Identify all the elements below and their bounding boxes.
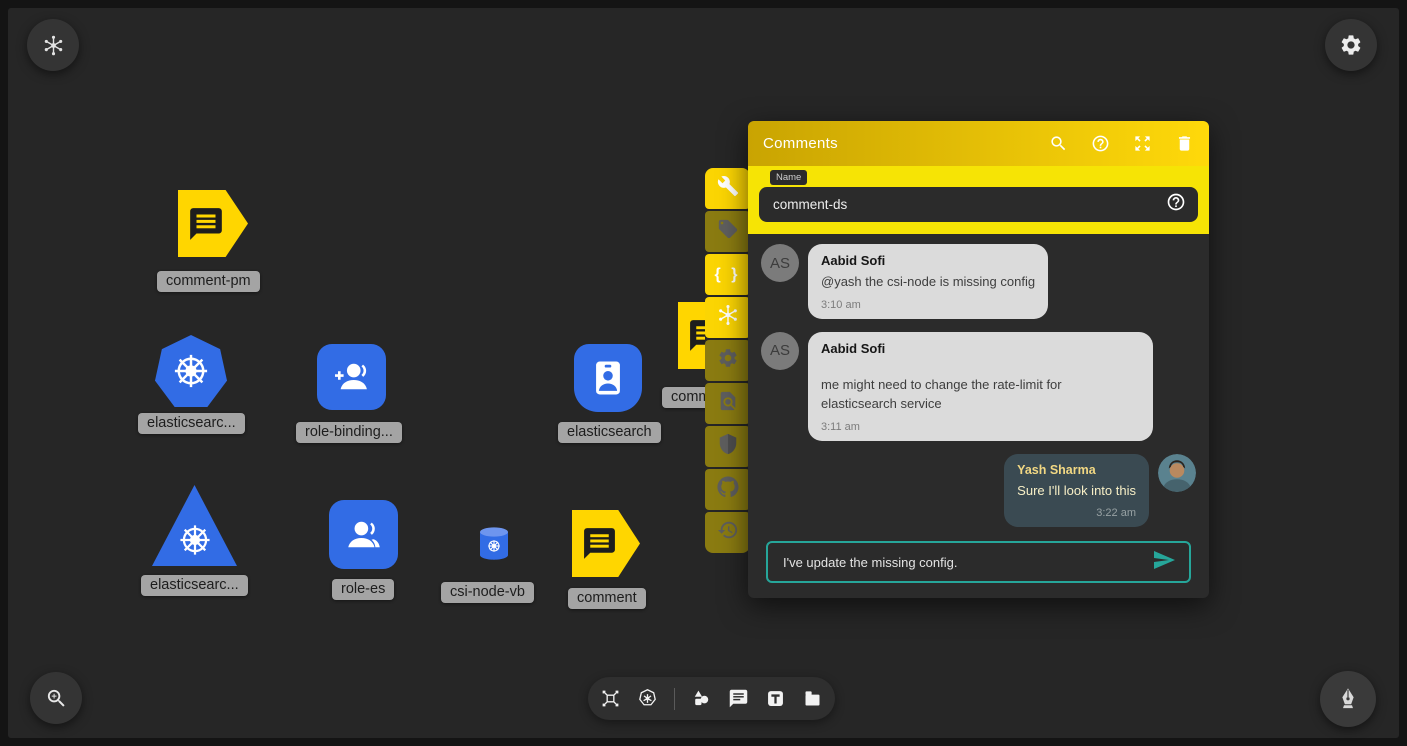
comment-tool-button[interactable] (728, 688, 749, 709)
wrench-icon (717, 175, 739, 202)
toolbar-wrench-button[interactable] (705, 168, 750, 209)
design-canvas[interactable]: comment-pm elasticsearc... (8, 8, 1399, 738)
shapes-tool-button[interactable] (691, 688, 712, 709)
chat-message: AS Aabid Sofi me might need to change th… (761, 332, 1196, 441)
comment-icon (581, 525, 618, 562)
avatar: AS (761, 244, 799, 282)
send-icon[interactable] (1152, 548, 1176, 577)
person-add-icon (331, 356, 373, 398)
message-time: 3:22 am (1017, 507, 1136, 519)
node-comment-pm[interactable] (178, 190, 248, 257)
node-label: role-binding... (296, 422, 402, 443)
panel-title: Comments (763, 135, 1049, 152)
node-label: role-es (332, 579, 394, 600)
help-icon[interactable] (1166, 192, 1186, 217)
toolbar-shield-button[interactable] (705, 426, 750, 467)
kubernetes-wheel-icon (170, 350, 212, 392)
name-field-label: Name (770, 170, 807, 185)
history-icon (717, 519, 739, 546)
delete-icon[interactable] (1175, 134, 1194, 153)
message-author: Aabid Sofi (821, 253, 1035, 268)
message-bubble: Yash Sharma Sure I'll look into this 3:2… (1004, 454, 1149, 528)
settings-button[interactable] (1325, 19, 1377, 71)
node-label: elasticsearch (558, 422, 661, 443)
kubernetes-tool-button[interactable] (637, 688, 658, 709)
ink-pen-button[interactable] (1320, 671, 1376, 727)
node-label: elasticsearc... (141, 575, 248, 596)
shield-icon (717, 433, 739, 460)
help-icon[interactable] (1091, 134, 1110, 153)
pen-nib-icon (1335, 686, 1361, 712)
message-text: me might need to change the rate-limit f… (821, 375, 1140, 414)
node-label: comment-pm (157, 271, 260, 292)
kubernetes-hub-icon (43, 35, 64, 56)
node-role-es[interactable] (329, 500, 398, 569)
toolbar-tag-button[interactable] (705, 211, 750, 252)
comments-panel: Comments Name AS Aabid Sofi @yash the cs… (748, 121, 1209, 598)
chat-message: Yash Sharma Sure I'll look into this 3:2… (761, 454, 1196, 528)
avatar: AS (761, 332, 799, 370)
node-csi-node-vb[interactable] (476, 525, 512, 562)
name-field-section: Name (748, 166, 1209, 234)
message-bubble: Aabid Sofi me might need to change the r… (808, 332, 1153, 441)
toolbar-kubernetes-button[interactable] (705, 297, 750, 338)
github-icon (717, 476, 739, 503)
message-text: Sure I'll look into this (1017, 481, 1136, 501)
node-elasticsearch[interactable] (574, 344, 642, 412)
shape-tools-toolbar (588, 677, 835, 720)
text-icon (765, 688, 786, 709)
zoom-button[interactable] (30, 672, 82, 724)
people-icon (343, 514, 385, 556)
node-label: elasticsearc... (138, 413, 245, 434)
toolbar-history-button[interactable] (705, 512, 750, 553)
toolbar-settings-button[interactable] (705, 340, 750, 381)
badge-icon (586, 356, 630, 400)
name-input[interactable] (771, 196, 1166, 213)
message-list[interactable]: AS Aabid Sofi @yash the csi-node is miss… (748, 234, 1209, 535)
infrastructure-icon (600, 688, 621, 709)
node-comment[interactable] (572, 510, 640, 577)
expand-icon[interactable] (1133, 134, 1152, 153)
gear-icon (717, 347, 739, 374)
composer-area (748, 535, 1209, 598)
comments-panel-header[interactable]: Comments (748, 121, 1209, 166)
comment-input[interactable] (781, 554, 1152, 571)
message-time: 3:10 am (821, 299, 1035, 311)
gear-icon (1339, 33, 1363, 57)
toolbar-divider (674, 688, 675, 710)
media-icon (802, 688, 823, 709)
node-role-binding[interactable] (317, 344, 386, 410)
braces-icon: { } (715, 266, 741, 284)
node-label: comment (568, 588, 646, 609)
media-tool-button[interactable] (802, 688, 823, 709)
message-author: Yash Sharma (1017, 463, 1136, 477)
tag-icon (717, 218, 739, 245)
message-time: 3:11 am (821, 421, 1140, 433)
message-text: @yash the csi-node is missing config (821, 272, 1035, 292)
toolbar-braces-button[interactable]: { } (705, 254, 750, 295)
chat-message: AS Aabid Sofi @yash the csi-node is miss… (761, 244, 1196, 319)
kubernetes-icon (637, 688, 658, 709)
comment-icon (187, 205, 225, 243)
text-tool-button[interactable] (765, 688, 786, 709)
node-label: csi-node-vb (441, 582, 534, 603)
comment-icon (728, 688, 749, 709)
message-bubble: Aabid Sofi @yash the csi-node is missing… (808, 244, 1048, 319)
node-action-toolbar: { } (705, 168, 750, 553)
shapes-icon (691, 688, 712, 709)
avatar-photo (1158, 454, 1196, 492)
toolbar-github-button[interactable] (705, 469, 750, 510)
search-icon[interactable] (1049, 134, 1068, 153)
message-author: Aabid Sofi (821, 341, 1140, 356)
infrastructure-tool-button[interactable] (600, 688, 621, 709)
file-search-icon (717, 390, 739, 417)
zoom-in-icon (45, 687, 68, 710)
kubernetes-wheel-icon (176, 521, 214, 559)
node-elasticsearch-triangle[interactable] (152, 485, 237, 566)
node-elasticsearch-heptagon[interactable] (155, 335, 227, 407)
toolbar-file-search-button[interactable] (705, 383, 750, 424)
app-menu-button[interactable] (27, 19, 79, 71)
cylinder-volume-icon (476, 525, 512, 562)
kubernetes-hub-icon (717, 304, 739, 331)
